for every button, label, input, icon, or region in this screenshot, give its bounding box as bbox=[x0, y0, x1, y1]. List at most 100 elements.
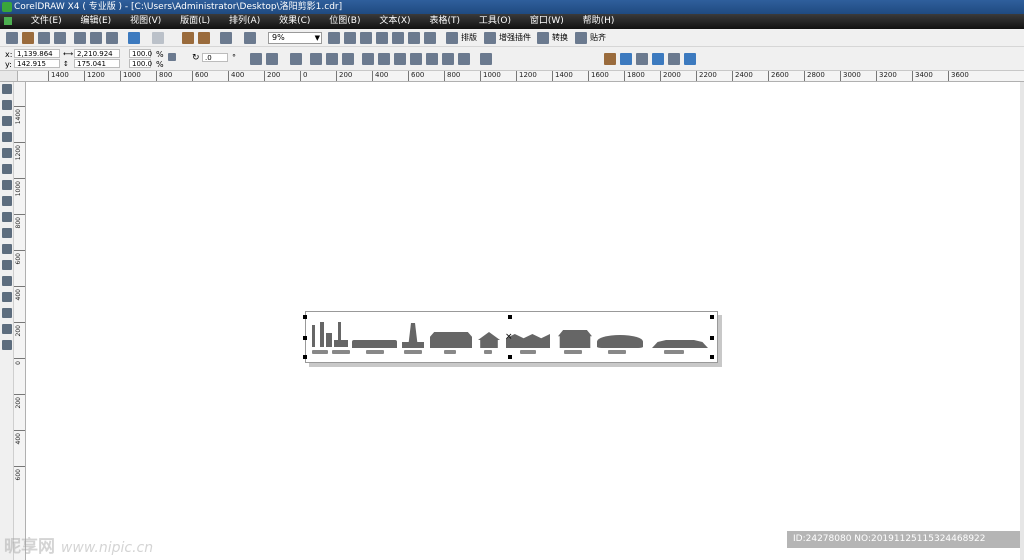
zoom-width-icon[interactable] bbox=[408, 32, 420, 44]
outline-tool-icon[interactable] bbox=[2, 308, 12, 318]
selection-handle-top-right[interactable] bbox=[710, 315, 714, 319]
selection-handle-bottom-right[interactable] bbox=[710, 355, 714, 359]
wrap-text-icon[interactable] bbox=[290, 53, 302, 65]
menu-help[interactable]: 帮助(H) bbox=[583, 14, 615, 29]
tieqi-icon[interactable] bbox=[575, 32, 587, 44]
lock-ratio-icon[interactable] bbox=[168, 53, 176, 61]
menu-effects[interactable]: 效果(C) bbox=[279, 14, 310, 29]
menu-arrange[interactable]: 排列(A) bbox=[229, 14, 260, 29]
rotation-input[interactable]: .0 bbox=[202, 53, 228, 62]
undo-icon[interactable] bbox=[128, 32, 140, 44]
x-position-input[interactable]: 1,139.864 mm bbox=[14, 49, 60, 67]
zengqiang-plugin-button[interactable]: 增强插件 bbox=[499, 32, 531, 44]
zoom-height-icon[interactable] bbox=[424, 32, 436, 44]
shape-tool-icon[interactable] bbox=[2, 100, 12, 110]
menu-table[interactable]: 表格(T) bbox=[429, 14, 460, 29]
group-icon[interactable] bbox=[310, 53, 322, 65]
selection-center-marker[interactable]: × bbox=[505, 333, 513, 342]
scale-y-input[interactable]: 100.0 bbox=[129, 59, 152, 68]
document-menu-icon[interactable] bbox=[4, 16, 12, 25]
qr-code-icon[interactable] bbox=[652, 53, 664, 65]
menu-file[interactable]: 文件(E) bbox=[31, 14, 62, 29]
menu-layout[interactable]: 版面(L) bbox=[180, 14, 210, 29]
ungroup-all-icon[interactable] bbox=[342, 53, 354, 65]
zoom-all-icon[interactable] bbox=[376, 32, 388, 44]
save-icon[interactable] bbox=[38, 32, 50, 44]
zoom-tool-icon[interactable] bbox=[2, 132, 12, 142]
ungroup-icon[interactable] bbox=[326, 53, 338, 65]
menu-edit[interactable]: 编辑(E) bbox=[80, 14, 111, 29]
new-document-icon[interactable] bbox=[6, 32, 18, 44]
y-position-input[interactable]: 142.915 mm bbox=[14, 59, 60, 77]
weld-icon[interactable] bbox=[378, 53, 390, 65]
zoom-in-icon[interactable] bbox=[328, 32, 340, 44]
selection-handle-top-left[interactable] bbox=[303, 315, 307, 319]
ellipse-tool-icon[interactable] bbox=[2, 196, 12, 206]
mirror-vertical-icon[interactable] bbox=[266, 53, 278, 65]
basic-shapes-tool-icon[interactable] bbox=[2, 228, 12, 238]
menu-window[interactable]: 窗口(W) bbox=[530, 14, 564, 29]
scale-x-input[interactable]: 100.0 bbox=[129, 49, 152, 58]
menu-bitmaps[interactable]: 位图(B) bbox=[329, 14, 360, 29]
front-minus-back-icon[interactable] bbox=[442, 53, 454, 65]
simplify-icon[interactable] bbox=[426, 53, 438, 65]
interactive-fill-tool-icon[interactable] bbox=[2, 340, 12, 350]
print-icon[interactable] bbox=[54, 32, 66, 44]
rectangle-tool-icon[interactable] bbox=[2, 180, 12, 190]
zoom-out-icon[interactable] bbox=[344, 32, 356, 44]
horizontal-ruler[interactable]: 1400 1200 1000 800 600 400 200 0 200 400 600 800 100… bbox=[18, 71, 1024, 82]
copy-icon[interactable] bbox=[90, 32, 102, 44]
zoom-selected-icon[interactable] bbox=[360, 32, 372, 44]
plugin-tool-2-icon[interactable] bbox=[636, 53, 648, 65]
zengqiang-icon[interactable] bbox=[484, 32, 496, 44]
polygon-tool-icon[interactable] bbox=[2, 212, 12, 222]
crop-tool-icon[interactable] bbox=[2, 116, 12, 126]
pick-tool-icon[interactable] bbox=[2, 84, 12, 94]
application-launcher-icon[interactable] bbox=[220, 32, 232, 44]
plugin-tool-4-icon[interactable] bbox=[668, 53, 680, 65]
selection-handle-middle-right[interactable] bbox=[710, 336, 714, 340]
height-input[interactable]: 175.041 mm bbox=[74, 59, 120, 77]
plugin-tool-5-icon[interactable] bbox=[684, 53, 696, 65]
menu-text[interactable]: 文本(X) bbox=[379, 14, 410, 29]
table-tool-icon[interactable] bbox=[2, 260, 12, 270]
selection-handle-bottom-center[interactable] bbox=[508, 355, 512, 359]
zhuanhuan-button[interactable]: 转换 bbox=[552, 32, 568, 44]
selection-handle-middle-left[interactable] bbox=[303, 336, 307, 340]
import-icon[interactable] bbox=[182, 32, 194, 44]
intersect-icon[interactable] bbox=[410, 53, 422, 65]
selection-handle-bottom-left[interactable] bbox=[303, 355, 307, 359]
zoom-page-icon[interactable] bbox=[392, 32, 404, 44]
text-tool-icon[interactable] bbox=[2, 244, 12, 254]
open-folder-icon[interactable] bbox=[22, 32, 34, 44]
mirror-horizontal-icon[interactable] bbox=[250, 53, 262, 65]
eyedropper-tool-icon[interactable] bbox=[2, 292, 12, 302]
export-icon[interactable] bbox=[198, 32, 210, 44]
zhuanhuan-icon[interactable] bbox=[537, 32, 549, 44]
cut-icon[interactable] bbox=[74, 32, 86, 44]
zoom-level-select[interactable]: 9% ▼ bbox=[268, 32, 322, 44]
welcome-screen-icon[interactable] bbox=[244, 32, 256, 44]
combine-icon[interactable] bbox=[362, 53, 374, 65]
back-minus-front-icon[interactable] bbox=[458, 53, 470, 65]
plugin-tool-1-icon[interactable] bbox=[620, 53, 632, 65]
menu-view[interactable]: 视图(V) bbox=[130, 14, 161, 29]
tieqi-button[interactable]: 贴齐 bbox=[590, 32, 606, 44]
paiban-icon[interactable] bbox=[446, 32, 458, 44]
paiban-button[interactable]: 排版 bbox=[461, 32, 477, 44]
fill-tool-icon[interactable] bbox=[2, 324, 12, 334]
trim-icon[interactable] bbox=[394, 53, 406, 65]
freehand-tool-icon[interactable] bbox=[2, 148, 12, 158]
vertical-scrollbar[interactable] bbox=[1020, 82, 1024, 560]
menu-tools[interactable]: 工具(O) bbox=[479, 14, 511, 29]
smart-fill-tool-icon[interactable] bbox=[2, 164, 12, 174]
ruler-corner[interactable] bbox=[0, 71, 18, 82]
redo-icon[interactable] bbox=[152, 32, 164, 44]
paste-icon[interactable] bbox=[106, 32, 118, 44]
selection-handle-top-center[interactable] bbox=[508, 315, 512, 319]
create-boundary-icon[interactable] bbox=[480, 53, 492, 65]
vip-plugin-icon[interactable] bbox=[604, 53, 616, 65]
width-input[interactable]: 2,210.924 mm bbox=[74, 49, 120, 67]
interactive-blend-tool-icon[interactable] bbox=[2, 276, 12, 286]
vertical-ruler[interactable]: 1400 1200 1000 800 600 400 200 0 200 400 600 bbox=[14, 82, 26, 560]
